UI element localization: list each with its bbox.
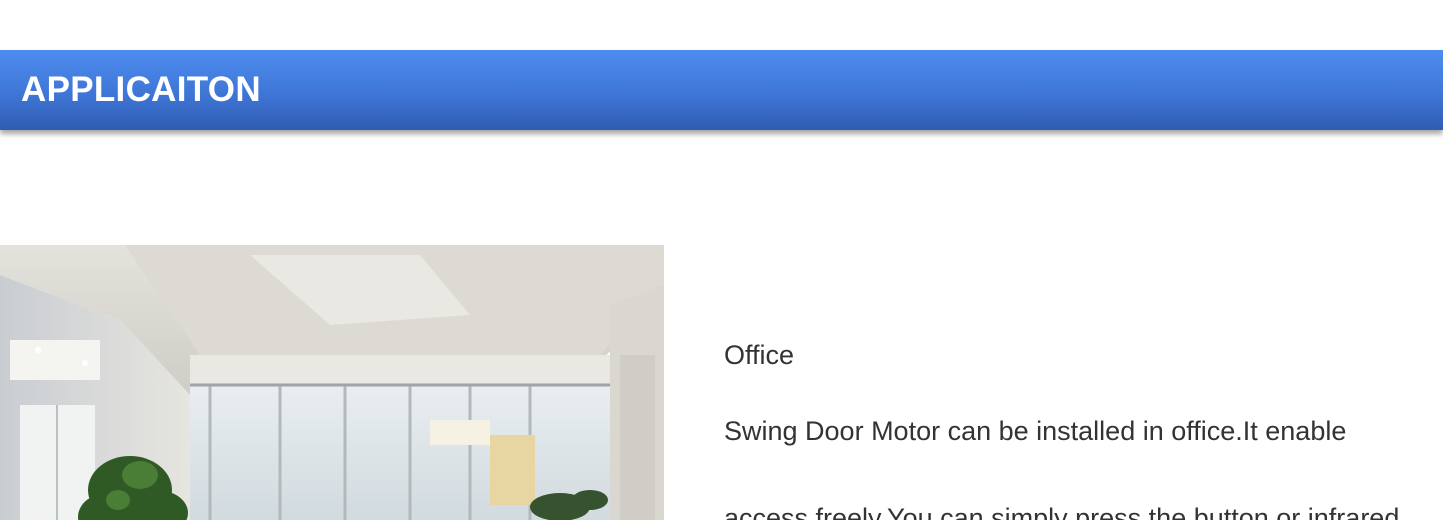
office-lobby-illustration: [0, 245, 664, 520]
section-title: APPLICAITON: [21, 70, 261, 109]
page: APPLICAITON Office Swing Door Motor can …: [0, 0, 1443, 520]
application-description: Office Swing Door Motor can be installed…: [724, 0, 1443, 520]
office-lobby-photo: [0, 245, 664, 520]
application-description-line-2: access freely.You can simply press the b…: [724, 503, 1400, 520]
application-description-line-1: Swing Door Motor can be installed in off…: [724, 416, 1347, 446]
application-name: Office: [724, 340, 795, 370]
